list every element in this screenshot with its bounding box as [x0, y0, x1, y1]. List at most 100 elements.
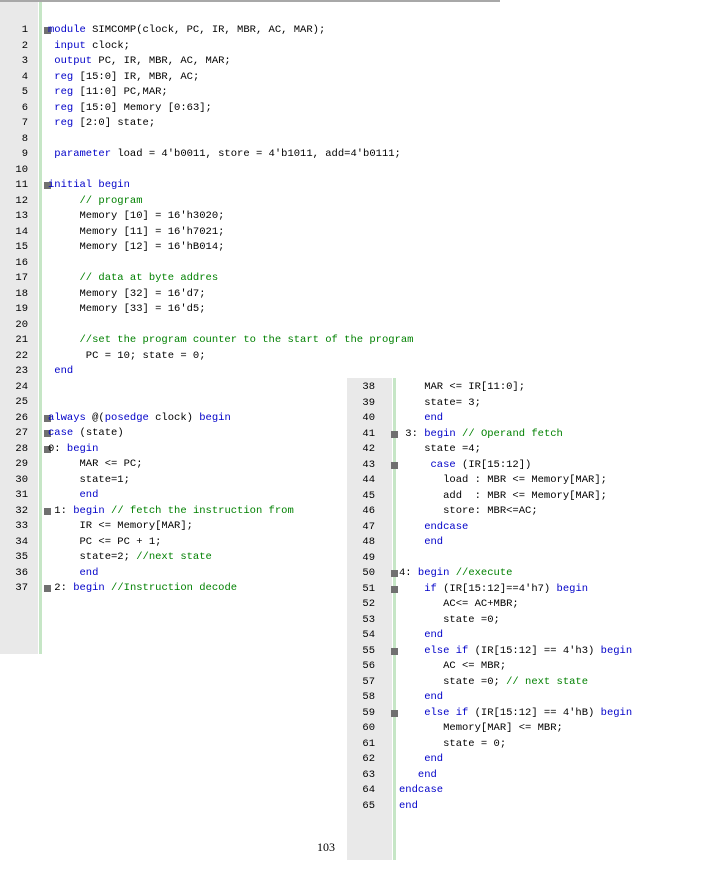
code-line[interactable]: 55 else if (IR[15:12] == 4'h3) begin: [347, 644, 701, 660]
code-line[interactable]: 58 end: [347, 690, 701, 706]
code-line[interactable]: 41 3: begin // Operand fetch: [347, 427, 701, 443]
code-text: if (IR[15:12]==4'h7) begin: [399, 582, 588, 598]
line-number: 50: [362, 567, 375, 579]
code-line[interactable]: 61 state = 0;: [347, 737, 701, 753]
code-line[interactable]: 15 Memory [12] = 16'hB014;: [0, 240, 500, 256]
code-token: PC = 10; state = 0;: [48, 349, 206, 362]
keyword-token: else if: [399, 644, 469, 657]
code-line[interactable]: 48 end: [347, 535, 701, 551]
keyword-token: reg: [48, 117, 74, 129]
code-line[interactable]: 21 //set the program counter to the star…: [0, 333, 500, 349]
code-line[interactable]: 20: [0, 318, 500, 334]
line-number: 59: [362, 706, 375, 719]
line-number: 36: [15, 566, 28, 579]
code-line[interactable]: 9 parameter load = 4'b0011, store = 4'b1…: [0, 147, 500, 163]
code-text: endcase: [399, 783, 443, 799]
code-line[interactable]: 38 MAR <= IR[11:0];: [347, 380, 701, 396]
code-token: 3:: [399, 427, 425, 440]
code-line[interactable]: 50 4: begin //execute: [347, 566, 701, 582]
code-line[interactable]: 19 Memory [33] = 16'd5;: [0, 302, 500, 318]
code-text: //set the program counter to the start o…: [48, 333, 414, 349]
code-line[interactable]: 63 end: [347, 768, 701, 784]
code-line[interactable]: 39 state= 3;: [347, 396, 701, 412]
code-line[interactable]: 54 end: [347, 628, 701, 644]
code-line[interactable]: 53 state =0;: [347, 613, 701, 629]
line-number: 61: [362, 737, 375, 750]
keyword-token: begin: [66, 442, 99, 455]
code-line[interactable]: 6 reg [15:0] Memory [0:63];: [0, 101, 500, 117]
code-token: MAR <= IR[11:0];: [399, 381, 526, 393]
code-line[interactable]: 64 endcase: [347, 783, 701, 799]
code-token: IR <= Memory[MAR];: [48, 520, 193, 532]
code-text: end: [48, 488, 99, 504]
code-line[interactable]: 56 AC <= MBR;: [347, 659, 701, 675]
code-line[interactable]: 42 state =4;: [347, 442, 701, 458]
code-token: Memory [11] = 16'h7021;: [48, 225, 225, 238]
code-line[interactable]: 43 case (IR[15:12]): [347, 458, 701, 474]
line-number: 46: [362, 505, 375, 517]
keyword-token: begin: [424, 427, 456, 440]
collapse-icon[interactable]: [391, 430, 398, 438]
keyword-token: reg: [48, 70, 74, 83]
code-line[interactable]: 47 endcase: [347, 520, 701, 536]
code-text: add : MBR <= Memory[MAR];: [399, 489, 607, 505]
code-text: endcase: [399, 520, 468, 536]
code-line[interactable]: 44 load : MBR <= Memory[MAR];: [347, 473, 701, 489]
code-line[interactable]: 2 input clock;: [0, 39, 500, 55]
code-token: [15:0] IR, MBR, AC;: [73, 70, 200, 83]
keyword-token: endcase: [399, 520, 469, 533]
collapse-icon[interactable]: [391, 585, 398, 593]
code-line[interactable]: 4 reg [15:0] IR, MBR, AC;: [0, 70, 500, 86]
code-line[interactable]: 1 module SIMCOMP(clock, PC, IR, MBR, AC, …: [0, 23, 500, 39]
code-text: else if (IR[15:12] == 4'hB) begin: [399, 706, 632, 722]
code-line[interactable]: 13 Memory [10] = 16'h3020;: [0, 209, 500, 225]
code-text: state=1;: [48, 473, 130, 489]
code-line[interactable]: 8: [0, 132, 500, 148]
collapse-icon[interactable]: [391, 570, 398, 577]
code-line[interactable]: 49: [347, 551, 701, 567]
code-line[interactable]: 46 store: MBR<=AC;: [347, 504, 701, 520]
collapse-icon[interactable]: [391, 461, 398, 469]
code-line[interactable]: 10: [0, 163, 500, 179]
code-text: state = 0;: [399, 737, 506, 753]
code-line[interactable]: 57 state =0; // next state: [347, 675, 701, 691]
keyword-token: output: [48, 55, 93, 67]
keyword-token: posedge: [104, 411, 149, 424]
code-line[interactable]: 45 add : MBR <= Memory[MAR];: [347, 489, 701, 505]
code-token: Memory [33] = 16'd5;: [48, 303, 206, 315]
code-line[interactable]: 40 end: [347, 411, 701, 427]
code-line[interactable]: 22 PC = 10; state = 0;: [0, 349, 500, 365]
code-line[interactable]: 59 else if (IR[15:12] == 4'hB) begin: [347, 706, 701, 722]
code-line[interactable]: 60 Memory[MAR] <= MBR;: [347, 721, 701, 737]
code-text: AC <= MBR;: [399, 659, 506, 675]
code-text: // program: [48, 194, 143, 210]
collapse-icon[interactable]: [391, 709, 398, 717]
code-text: end: [48, 364, 73, 380]
code-line[interactable]: 18 Memory [32] = 16'd7;: [0, 287, 500, 303]
collapse-icon[interactable]: [391, 647, 398, 655]
code-text: end: [399, 799, 418, 815]
code-editor-right[interactable]: 38 MAR <= IR[11:0]; 39 state= 3; 40 end 41 …: [347, 378, 701, 860]
code-line[interactable]: 12 // program: [0, 194, 500, 210]
code-text: end: [399, 752, 443, 768]
code-line[interactable]: 17 // data at byte addres: [0, 271, 500, 287]
code-line[interactable]: 3 output PC, IR, MBR, AC, MAR;: [0, 54, 500, 70]
code-line[interactable]: 16: [0, 256, 500, 272]
keyword-token: always: [48, 411, 86, 424]
code-line[interactable]: 14 Memory [11] = 16'h7021;: [0, 225, 500, 241]
code-token: store: MBR<=AC;: [399, 505, 538, 517]
code-line[interactable]: 5 reg [11:0] PC,MAR;: [0, 85, 500, 101]
code-line[interactable]: 11 initial begin: [0, 178, 500, 194]
line-number: 37: [15, 582, 28, 594]
code-line[interactable]: 62 end: [347, 752, 701, 768]
code-line[interactable]: 7 reg [2:0] state;: [0, 116, 500, 132]
code-line[interactable]: 65 end: [347, 799, 701, 815]
keyword-token: begin: [73, 504, 105, 517]
code-line[interactable]: 52 AC<= AC+MBR;: [347, 597, 701, 613]
code-line[interactable]: 51 if (IR[15:12]==4'h7) begin: [347, 582, 701, 598]
line-number: 14: [15, 225, 28, 238]
keyword-token: input: [48, 39, 86, 52]
code-token: clock): [148, 411, 200, 424]
line-number: 58: [362, 691, 375, 703]
comment-token: //set the program counter to the start o…: [48, 334, 414, 346]
